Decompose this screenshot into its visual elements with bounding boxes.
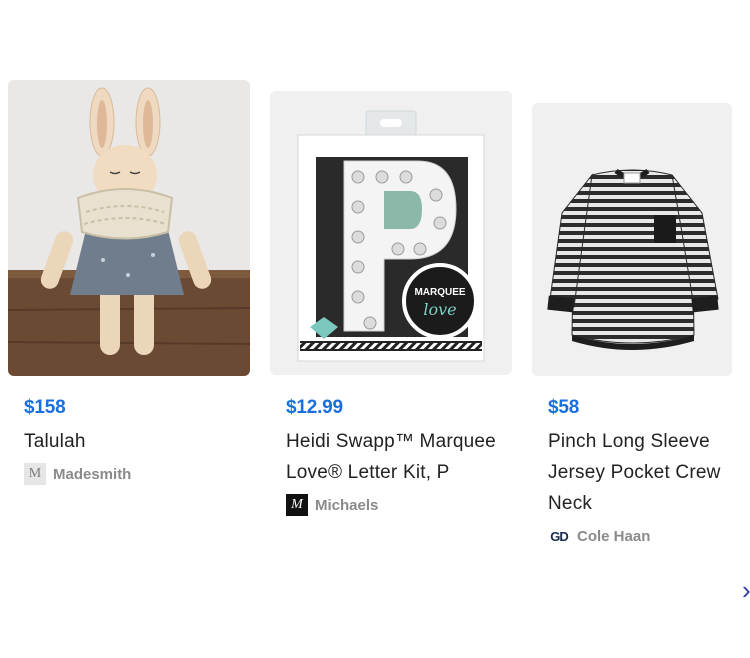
product-seller[interactable]: M Madesmith <box>24 463 250 485</box>
product-info: $58 Pinch Long Sleeve Jersey Pocket Crew… <box>548 396 750 547</box>
seller-name: Michaels <box>315 496 379 514</box>
product-image[interactable]: MARQUEE love <box>270 91 512 375</box>
product-image[interactable] <box>532 103 732 376</box>
cole-haan-logo-icon: GD <box>550 528 568 544</box>
product-seller[interactable]: M Michaels <box>286 494 512 516</box>
madesmith-logo-icon: M <box>24 463 46 485</box>
product-price[interactable]: $12.99 <box>286 396 512 420</box>
product-price[interactable]: $158 <box>24 396 250 420</box>
product-title[interactable]: Talulah <box>24 426 250 457</box>
product-title[interactable]: Heidi Swapp™ Marquee Love® Letter Kit, P <box>286 426 512 488</box>
product-info: $12.99 Heidi Swapp™ Marquee Love® Letter… <box>286 396 512 516</box>
seller-name: Cole Haan <box>577 527 651 545</box>
product-title[interactable]: Pinch Long Sleeve Jersey Pocket Crew Nec… <box>548 426 748 519</box>
seller-name: Madesmith <box>53 465 132 483</box>
svg-text:love: love <box>423 300 456 319</box>
chevron-right-icon[interactable]: › <box>742 577 750 603</box>
product-seller[interactable]: GD Cole Haan <box>548 525 750 547</box>
michaels-logo-icon: M <box>286 494 308 516</box>
product-image[interactable] <box>8 80 250 376</box>
striped-shirt-image <box>532 103 732 376</box>
package-label: MARQUEE <box>414 287 465 298</box>
product-price[interactable]: $58 <box>548 396 750 420</box>
bunny-doll-image <box>8 80 250 376</box>
marquee-kit-image: MARQUEE love <box>270 91 512 375</box>
product-info: $158 Talulah M Madesmith <box>24 396 250 485</box>
